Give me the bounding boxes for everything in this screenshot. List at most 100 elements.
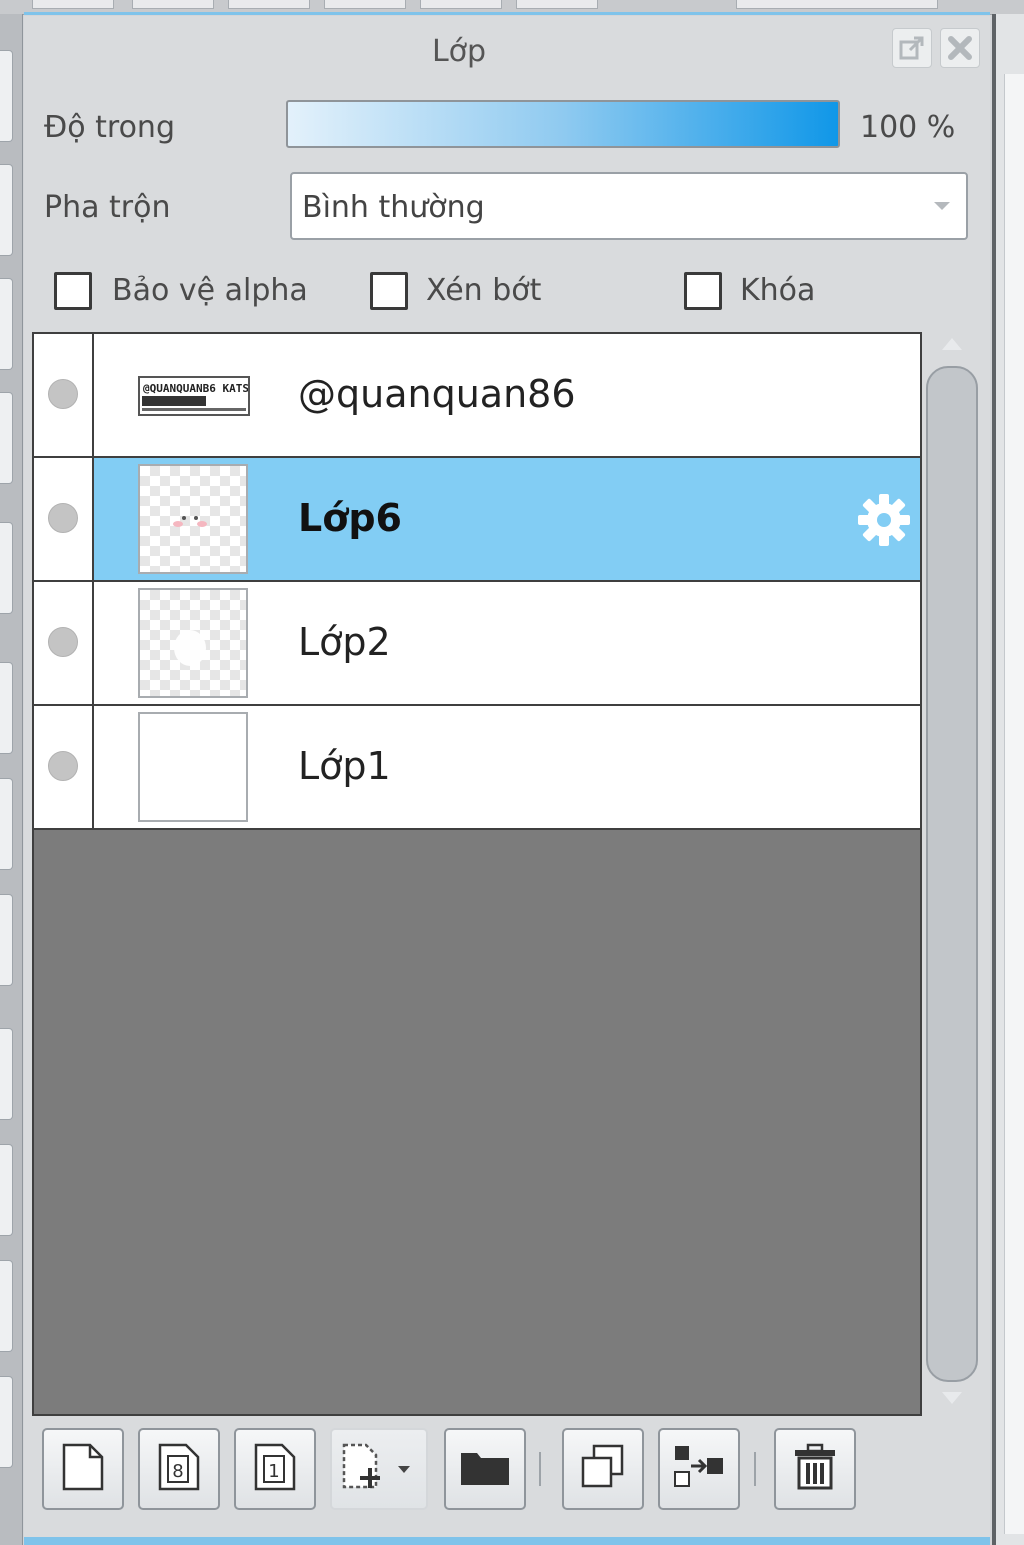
new-layer-icon xyxy=(60,1442,106,1496)
layer-row-main[interactable]: Lớp2 xyxy=(94,582,920,704)
new-1bit-layer-button[interactable]: 1 xyxy=(234,1428,316,1510)
right-dock-area xyxy=(1004,74,1024,1534)
new-layer-button[interactable] xyxy=(42,1428,124,1510)
top-tab[interactable] xyxy=(228,0,310,9)
add-from-file-icon xyxy=(338,1442,420,1496)
scroll-up-icon[interactable] xyxy=(942,338,962,350)
visibility-column xyxy=(34,458,94,580)
layer-thumbnail xyxy=(138,464,248,574)
white-shape-preview xyxy=(174,630,206,666)
text-layer-preview: @QUANQUANB6 KATSAY xyxy=(140,378,263,414)
opacity-value: 100 % xyxy=(860,110,956,145)
thumb-text: @QUANQUANB6 KATSAY xyxy=(143,382,248,395)
side-button[interactable] xyxy=(0,662,13,754)
toolbar-separator xyxy=(539,1452,541,1486)
new-8bit-layer-icon: 8 xyxy=(156,1442,202,1496)
blend-label: Pha trộn xyxy=(44,190,171,225)
layer-thumbnail xyxy=(138,588,248,698)
toolbar-separator xyxy=(754,1452,756,1486)
close-panel-button[interactable] xyxy=(940,28,980,68)
delete-layer-icon xyxy=(792,1442,838,1496)
side-button[interactable] xyxy=(0,164,13,256)
layer-row-main[interactable]: Lớp1 xyxy=(94,706,920,828)
panel-top-accent xyxy=(24,12,990,15)
layer-list: @QUANQUANB6 KATSAY @quanquan86 Lớp6 xyxy=(32,332,922,1416)
add-layer-dropdown-button[interactable] xyxy=(330,1428,428,1510)
layer-row-main[interactable]: Lớp6 xyxy=(94,458,920,580)
opacity-slider[interactable] xyxy=(286,100,840,148)
layer-name: Lớp2 xyxy=(298,620,391,664)
face-sketch-preview xyxy=(173,516,207,527)
svg-text:8: 8 xyxy=(172,1461,183,1482)
chevron-down-icon xyxy=(934,202,950,210)
side-button[interactable] xyxy=(0,778,13,870)
new-folder-icon xyxy=(459,1445,511,1493)
scroll-thumb[interactable] xyxy=(926,366,978,1382)
new-1bit-layer-icon: 1 xyxy=(252,1442,298,1496)
side-button[interactable] xyxy=(0,278,13,370)
layer-name: @quanquan86 xyxy=(298,372,576,416)
new-folder-button[interactable] xyxy=(444,1428,526,1510)
lock-checkbox[interactable] xyxy=(684,272,722,310)
side-button[interactable] xyxy=(0,894,13,986)
duplicate-layer-button[interactable] xyxy=(562,1428,644,1510)
merge-down-button[interactable] xyxy=(658,1428,740,1510)
lock-label: Khóa xyxy=(740,273,816,308)
layer-toolbar: 8 1 xyxy=(32,1416,952,1528)
duplicate-layer-icon xyxy=(578,1442,628,1496)
top-tab[interactable] xyxy=(32,0,114,9)
top-tab[interactable] xyxy=(420,0,502,9)
panel-titlebar: Lớp xyxy=(24,16,990,86)
top-strip xyxy=(0,0,1024,15)
clipping-checkbox[interactable] xyxy=(370,272,408,310)
top-tab[interactable] xyxy=(516,0,598,9)
layer-row[interactable]: @QUANQUANB6 KATSAY @quanquan86 xyxy=(34,334,920,458)
clipping-label: Xén bớt xyxy=(426,273,542,308)
visibility-toggle[interactable] xyxy=(48,379,78,409)
delete-layer-button[interactable] xyxy=(774,1428,856,1510)
panel-bottom-accent xyxy=(24,1537,990,1545)
layer-row-selected[interactable]: Lớp6 xyxy=(34,458,920,582)
layer-thumbnail: @QUANQUANB6 KATSAY xyxy=(138,376,263,416)
detach-icon xyxy=(898,34,926,62)
visibility-toggle[interactable] xyxy=(48,503,78,533)
right-dock-strip xyxy=(992,14,1024,1545)
scroll-down-icon[interactable] xyxy=(942,1392,962,1404)
close-icon xyxy=(946,34,974,62)
layer-panel: Lớp Độ trong 100 % Pha trộn Bình thường … xyxy=(24,16,990,1537)
top-tab[interactable] xyxy=(132,0,214,9)
blend-mode-value: Bình thường xyxy=(302,190,485,225)
layer-name: Lớp6 xyxy=(298,496,402,540)
layer-list-scrollbar[interactable] xyxy=(922,332,984,1416)
side-button[interactable] xyxy=(0,50,13,142)
visibility-column xyxy=(34,334,94,456)
detach-panel-button[interactable] xyxy=(892,28,932,68)
side-button[interactable] xyxy=(0,1144,13,1236)
layer-row[interactable]: Lớp1 xyxy=(34,706,920,830)
opacity-label: Độ trong xyxy=(44,110,175,145)
side-button[interactable] xyxy=(0,1028,13,1120)
svg-text:1: 1 xyxy=(268,1461,279,1482)
visibility-toggle[interactable] xyxy=(48,627,78,657)
panel-title: Lớp xyxy=(431,34,487,69)
layer-row-main[interactable]: @QUANQUANB6 KATSAY @quanquan86 xyxy=(94,334,920,456)
visibility-toggle[interactable] xyxy=(48,751,78,781)
side-button[interactable] xyxy=(0,392,13,484)
alpha-protect-checkbox[interactable] xyxy=(54,272,92,310)
left-tool-strip xyxy=(0,14,23,1545)
layer-row[interactable]: Lớp2 xyxy=(34,582,920,706)
side-button[interactable] xyxy=(0,1260,13,1352)
top-tab[interactable] xyxy=(324,0,406,9)
new-8bit-layer-button[interactable]: 8 xyxy=(138,1428,220,1510)
alpha-protect-label: Bảo vệ alpha xyxy=(112,273,308,308)
side-button[interactable] xyxy=(0,522,13,614)
merge-down-icon xyxy=(671,1442,727,1496)
top-tab[interactable] xyxy=(736,0,938,9)
visibility-column xyxy=(34,706,94,828)
visibility-column xyxy=(34,582,94,704)
blend-mode-select[interactable]: Bình thường xyxy=(290,172,968,240)
side-button[interactable] xyxy=(0,1376,13,1468)
layer-thumbnail xyxy=(138,712,248,822)
gear-icon[interactable] xyxy=(854,490,914,554)
layer-name: Lớp1 xyxy=(298,744,391,788)
